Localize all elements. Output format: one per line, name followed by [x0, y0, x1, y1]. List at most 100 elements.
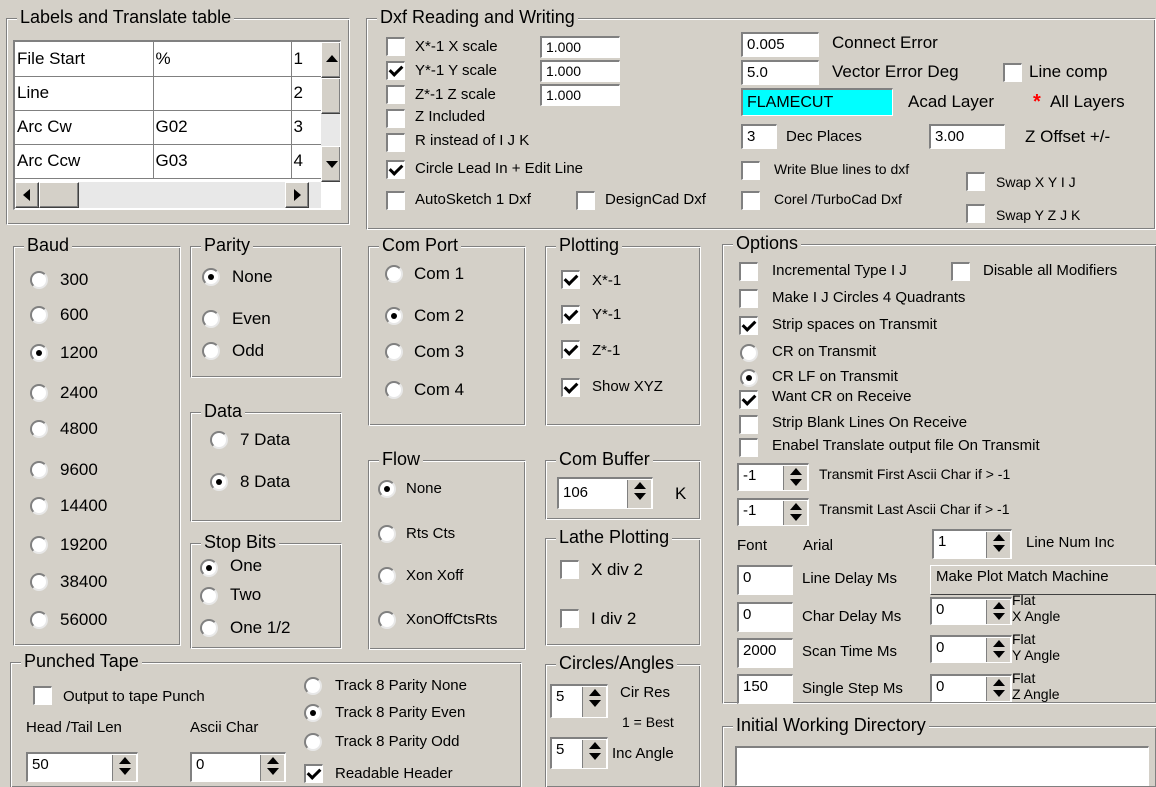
x-invert-checkbox[interactable]	[386, 37, 405, 56]
write-blue-checkbox[interactable]	[741, 161, 760, 180]
parity-radio-odd[interactable]	[202, 342, 220, 360]
cir-res-spinner[interactable]	[582, 687, 606, 717]
y-invert-checkbox[interactable]	[386, 61, 405, 80]
plot-z-checkbox[interactable]	[561, 340, 580, 359]
com-radio-4[interactable]	[385, 381, 403, 399]
crlf-transmit-radio[interactable]	[740, 369, 758, 387]
x-scale-input[interactable]: 1.000	[540, 36, 620, 58]
z-invert-checkbox[interactable]	[386, 85, 405, 104]
stop-radio-one-half[interactable]	[200, 619, 218, 637]
flow-radio-rts[interactable]	[378, 525, 396, 543]
flat-x-input[interactable]: 0	[930, 597, 1012, 625]
cr-transmit-radio[interactable]	[740, 344, 758, 362]
cir-res-input[interactable]: 5	[550, 684, 608, 718]
flat-x-spinner[interactable]	[986, 600, 1010, 624]
disable-modifiers-checkbox[interactable]	[951, 262, 970, 281]
output-punch-checkbox[interactable]	[33, 686, 52, 705]
swap-xy-checkbox[interactable]	[966, 172, 985, 191]
scroll-right-button[interactable]	[285, 182, 309, 208]
baud-radio-300[interactable]	[30, 271, 48, 289]
working-directory-input[interactable]	[735, 746, 1149, 786]
z-included-checkbox[interactable]	[386, 109, 405, 128]
baud-radio-56000[interactable]	[30, 611, 48, 629]
line-comp-checkbox[interactable]	[1003, 63, 1022, 82]
stop-radio-two[interactable]	[200, 587, 218, 605]
com-radio-1[interactable]	[385, 265, 403, 283]
baud-radio-2400[interactable]	[30, 384, 48, 402]
line-num-input[interactable]: 1	[932, 529, 1012, 559]
flat-z-spinner[interactable]	[986, 677, 1010, 701]
autosketch-checkbox[interactable]	[386, 191, 405, 210]
enabel-translate-checkbox[interactable]	[739, 438, 758, 457]
row-label[interactable]: File Start	[15, 42, 154, 77]
strip-spaces-checkbox[interactable]	[739, 316, 758, 335]
baud-radio-38400[interactable]	[30, 573, 48, 591]
com-buffer-spinner[interactable]	[627, 480, 651, 508]
com-radio-3[interactable]	[385, 343, 403, 361]
ascii-char-input[interactable]: 0	[190, 752, 286, 782]
com-buffer-input[interactable]: 106	[557, 477, 653, 509]
head-tail-input[interactable]: 50	[26, 752, 138, 782]
data-radio-7[interactable]	[210, 431, 228, 449]
designcad-checkbox[interactable]	[576, 191, 595, 210]
row-code[interactable]: G03	[153, 144, 292, 179]
transmit-last-input[interactable]: -1	[737, 498, 809, 526]
line-num-spinner[interactable]	[986, 532, 1010, 558]
baud-radio-600[interactable]	[30, 306, 48, 324]
row-label[interactable]: Line	[15, 76, 154, 111]
translate-grid[interactable]: File Start% 1 Line 2 Arc Cw G02 3 Arc Ccw G03…	[13, 40, 341, 210]
transmit-first-input[interactable]: -1	[737, 463, 809, 491]
y-scale-input[interactable]: 1.000	[540, 60, 620, 82]
baud-radio-14400[interactable]	[30, 497, 48, 515]
swap-yz-checkbox[interactable]	[966, 204, 985, 223]
track-even-radio[interactable]	[304, 704, 322, 722]
line-delay-input[interactable]: 0	[737, 565, 793, 595]
table-row[interactable]: File Start% 1	[15, 42, 322, 77]
flow-radio-xon[interactable]	[378, 567, 396, 585]
readable-header-checkbox[interactable]	[304, 764, 323, 783]
flow-radio-none[interactable]	[378, 480, 396, 498]
horizontal-scrollbar[interactable]	[15, 182, 321, 208]
flow-radio-xonoffctsrts[interactable]	[378, 611, 396, 629]
parity-radio-none[interactable]	[202, 268, 220, 286]
all-layers-label[interactable]: All Layers	[1050, 92, 1125, 112]
track-odd-radio[interactable]	[304, 733, 322, 751]
vector-error-input[interactable]: 5.0	[741, 60, 819, 85]
show-xyz-checkbox[interactable]	[561, 378, 580, 397]
track-none-radio[interactable]	[304, 677, 322, 695]
baud-radio-4800[interactable]	[30, 420, 48, 438]
z-scale-input[interactable]: 1.000	[540, 84, 620, 106]
acad-layer-input[interactable]: FLAMECUT	[741, 88, 893, 116]
baud-radio-19200[interactable]	[30, 536, 48, 554]
com-radio-2[interactable]	[385, 307, 403, 325]
circle-lead-checkbox[interactable]	[386, 160, 405, 179]
scroll-left-button[interactable]	[15, 182, 39, 208]
row-code[interactable]: G02	[153, 110, 292, 145]
want-cr-checkbox[interactable]	[739, 390, 758, 409]
table-row[interactable]: Arc Ccw G03 4	[15, 144, 322, 179]
scroll-thumb[interactable]	[321, 78, 340, 114]
strip-blank-checkbox[interactable]	[739, 415, 758, 434]
i-div-checkbox[interactable]	[560, 609, 579, 628]
scroll-up-button[interactable]	[321, 42, 340, 78]
scan-time-input[interactable]: 2000	[737, 638, 793, 668]
z-offset-input[interactable]: 3.00	[929, 124, 1005, 149]
r-instead-checkbox[interactable]	[386, 133, 405, 152]
row-code[interactable]	[153, 76, 292, 111]
transmit-first-spinner[interactable]	[783, 466, 807, 490]
inc-angle-spinner[interactable]	[582, 740, 606, 768]
row-code[interactable]: %	[153, 42, 292, 77]
parity-radio-even[interactable]	[202, 310, 220, 328]
make-ij-checkbox[interactable]	[739, 289, 758, 308]
stop-radio-one[interactable]	[200, 559, 218, 577]
ascii-char-spinner[interactable]	[260, 755, 284, 781]
row-label[interactable]: Arc Ccw	[15, 144, 154, 179]
table-row[interactable]: Arc Cw G02 3	[15, 110, 322, 145]
inc-angle-input[interactable]: 5	[550, 737, 608, 769]
char-delay-input[interactable]: 0	[737, 602, 793, 632]
hscroll-thumb[interactable]	[39, 182, 79, 208]
single-step-input[interactable]: 150	[737, 674, 793, 704]
corel-checkbox[interactable]	[741, 191, 760, 210]
incremental-checkbox[interactable]	[739, 262, 758, 281]
baud-radio-1200[interactable]	[30, 344, 48, 362]
